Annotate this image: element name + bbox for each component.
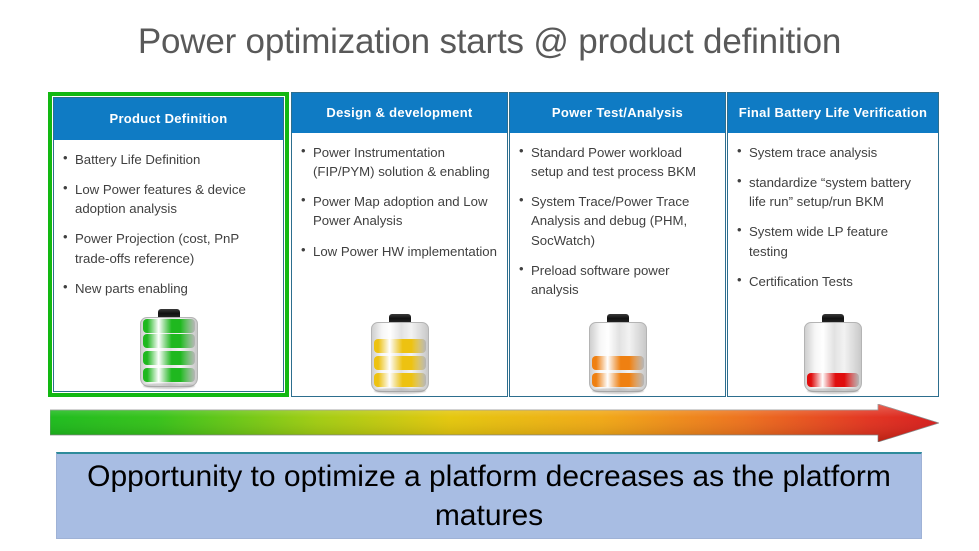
right-arrow-gradient-icon xyxy=(49,403,941,443)
phase-column-2[interactable]: Design & development Power Instrumentatio… xyxy=(291,92,508,397)
summary-banner: Opportunity to optimize a platform decre… xyxy=(56,452,922,539)
list-item: Standard Power workload setup and test p… xyxy=(518,142,717,181)
battery-low-icon xyxy=(804,314,862,394)
phase-column-inner: Power Test/Analysis Standard Power worklo… xyxy=(510,93,725,396)
phase-column-header-label: Power Test/Analysis xyxy=(551,104,684,120)
list-item: Power Projection (cost, PnP trade-offs r… xyxy=(62,228,275,267)
list-item: standardize “system battery life run” se… xyxy=(736,172,930,211)
phase-column-header: Final Battery Life Verification xyxy=(728,93,938,133)
battery-segment xyxy=(142,319,195,333)
battery-base-shadow xyxy=(142,383,195,389)
battery-segment xyxy=(142,334,195,348)
phase-column-body: Battery Life Definition Low Power feature… xyxy=(54,140,283,298)
list-item: Low Power HW implementation xyxy=(300,241,499,261)
battery-indicator xyxy=(728,314,938,394)
list-item: System wide LP feature testing xyxy=(736,221,930,260)
battery-base-shadow xyxy=(373,388,426,394)
list-item: Preload software power analysis xyxy=(518,260,717,299)
list-item: Power Map adoption and Low Power Analysi… xyxy=(300,191,499,230)
battery-base-shadow xyxy=(807,388,859,394)
phase-column-body: Standard Power workload setup and test p… xyxy=(510,133,725,299)
phase-column-header-label: Design & development xyxy=(326,104,473,120)
phase-column-inner: Product Definition Battery Life Definitio… xyxy=(53,97,284,392)
list-item: Low Power features & device adoption ana… xyxy=(62,179,275,218)
battery-shell xyxy=(804,322,862,392)
battery-segment xyxy=(591,373,644,387)
battery-segment xyxy=(373,339,426,353)
phase-column-body: System trace analysis standardize “system… xyxy=(728,133,938,291)
phase-bullet-list: Standard Power workload setup and test p… xyxy=(518,142,717,299)
phase-column-body: Power Instrumentation (FIP/PYM) solution… xyxy=(292,133,507,261)
list-item: System trace analysis xyxy=(736,142,930,162)
phase-column-1[interactable]: Product Definition Battery Life Definitio… xyxy=(48,92,289,397)
summary-banner-text: Opportunity to optimize a platform decre… xyxy=(87,460,891,532)
battery-segment xyxy=(373,356,426,370)
list-item: Battery Life Definition xyxy=(62,149,275,169)
battery-three-quarters-icon xyxy=(370,314,429,394)
list-item: Certification Tests xyxy=(736,271,930,291)
phase-bullet-list: Battery Life Definition Low Power feature… xyxy=(62,149,275,298)
phase-column-header-label: Product Definition xyxy=(109,110,228,126)
battery-base-shadow xyxy=(591,388,644,394)
battery-indicator xyxy=(292,314,507,394)
phase-column-4[interactable]: Final Battery Life Verification System tr… xyxy=(727,92,939,397)
phase-column-header-label: Final Battery Life Verification xyxy=(738,104,928,120)
list-item: System Trace/Power Trace Analysis and de… xyxy=(518,191,717,249)
phase-column-3[interactable]: Power Test/Analysis Standard Power worklo… xyxy=(509,92,726,397)
battery-shell xyxy=(139,317,198,387)
page-title: Power optimization starts @ product defi… xyxy=(137,22,842,61)
phase-column-header: Design & development xyxy=(292,93,507,133)
battery-segment xyxy=(373,373,426,387)
list-item: New parts enabling xyxy=(62,278,275,298)
battery-segment xyxy=(142,368,195,382)
battery-segment xyxy=(807,373,859,387)
phase-column-inner: Design & development Power Instrumentatio… xyxy=(292,93,507,396)
phase-bullet-list: Power Instrumentation (FIP/PYM) solution… xyxy=(300,142,499,261)
battery-segment xyxy=(142,351,195,365)
phase-bullet-list: System trace analysis standardize “system… xyxy=(736,142,930,291)
phase-column-inner: Final Battery Life Verification System tr… xyxy=(728,93,938,396)
battery-shell xyxy=(370,322,429,392)
battery-half-icon xyxy=(588,314,647,394)
phase-columns-container: Product Definition Battery Life Definitio… xyxy=(48,92,939,397)
list-item: Power Instrumentation (FIP/PYM) solution… xyxy=(300,142,499,181)
battery-indicator xyxy=(54,309,283,389)
battery-segment xyxy=(591,356,644,370)
battery-full-icon xyxy=(139,309,198,389)
phase-column-header: Power Test/Analysis xyxy=(510,93,725,133)
battery-shell xyxy=(588,322,647,392)
battery-indicator xyxy=(510,314,725,394)
phase-column-header: Product Definition xyxy=(54,98,283,140)
